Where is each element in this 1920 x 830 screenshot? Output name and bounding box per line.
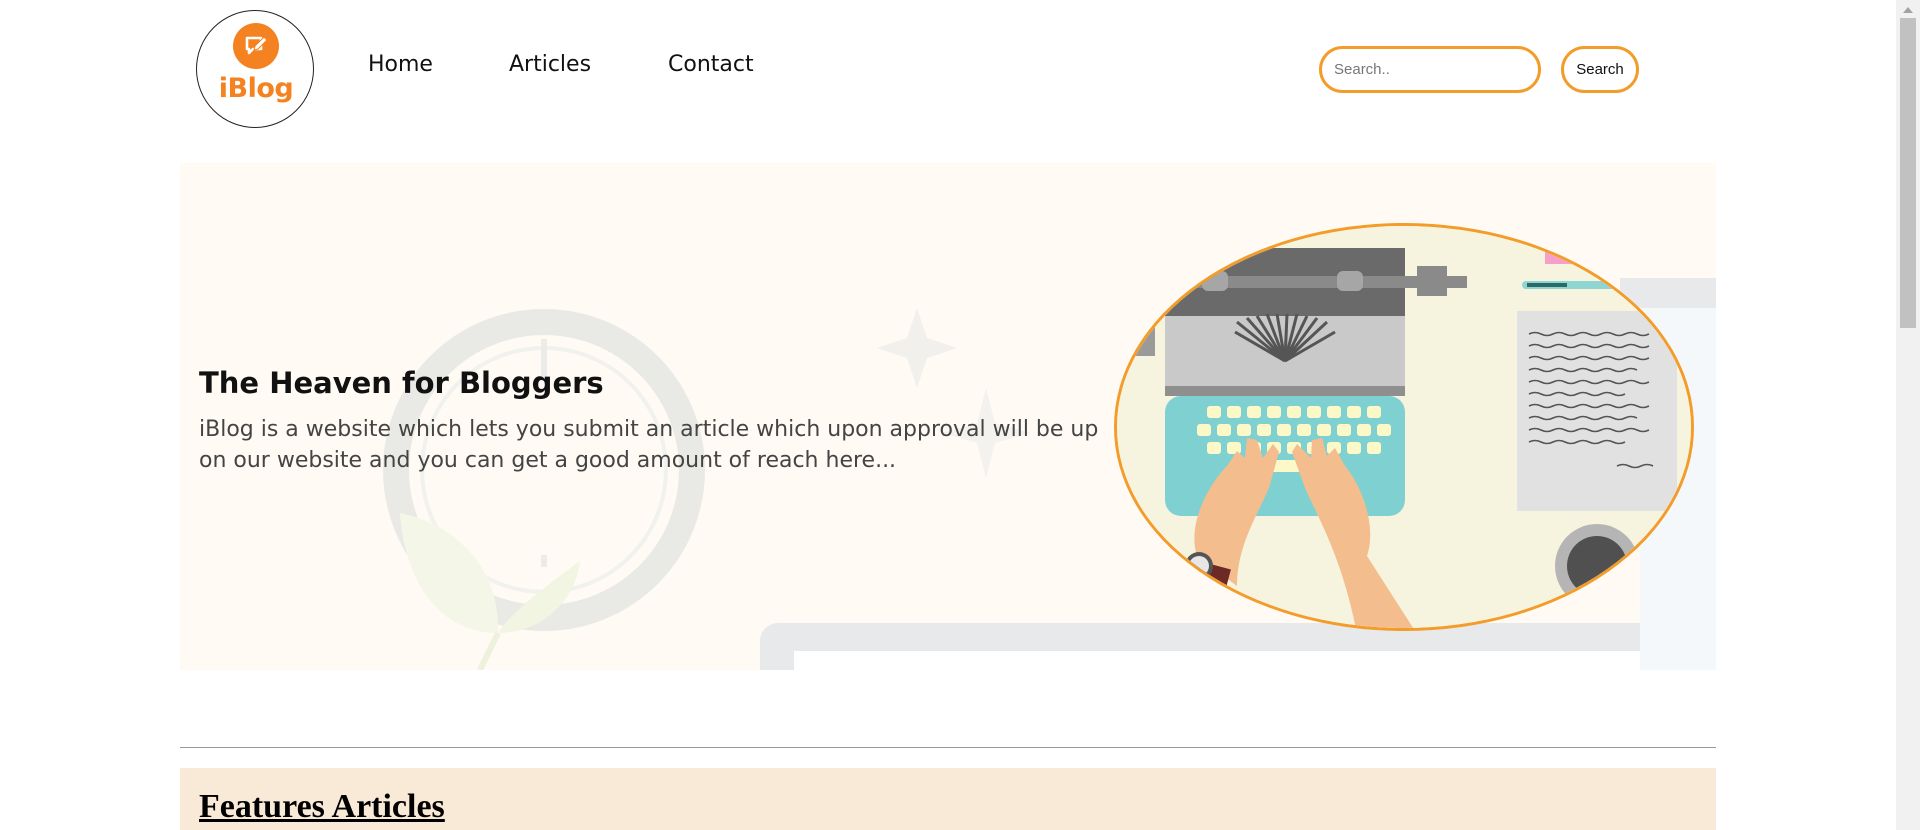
nav-home[interactable]: Home: [368, 52, 433, 77]
hero-title: The Heaven for Bloggers: [199, 366, 604, 400]
site-header: iBlog Home Articles Contact Search: [0, 0, 1896, 140]
nav-contact[interactable]: Contact: [668, 52, 754, 77]
logo[interactable]: iBlog: [196, 10, 314, 128]
featured-articles-section: Features Articles: [180, 768, 1716, 830]
scroll-up-arrow-icon[interactable]: [1896, 0, 1920, 18]
page-scrollbar[interactable]: [1896, 0, 1920, 830]
featured-articles-title: Features Articles: [199, 788, 445, 825]
search-input[interactable]: [1319, 46, 1541, 93]
search-button[interactable]: Search: [1561, 46, 1639, 93]
typewriter-illustration: [1114, 223, 1694, 631]
logo-text: iBlog: [218, 73, 294, 104]
scrollbar-thumb[interactable]: [1900, 18, 1916, 328]
hero-banner: The Heaven for Bloggers iBlog is a websi…: [180, 163, 1716, 670]
chat-edit-icon: [233, 23, 279, 69]
nav-articles[interactable]: Articles: [509, 52, 591, 77]
section-divider: [180, 747, 1716, 748]
hero-description: iBlog is a website which lets you submit…: [199, 417, 1099, 473]
